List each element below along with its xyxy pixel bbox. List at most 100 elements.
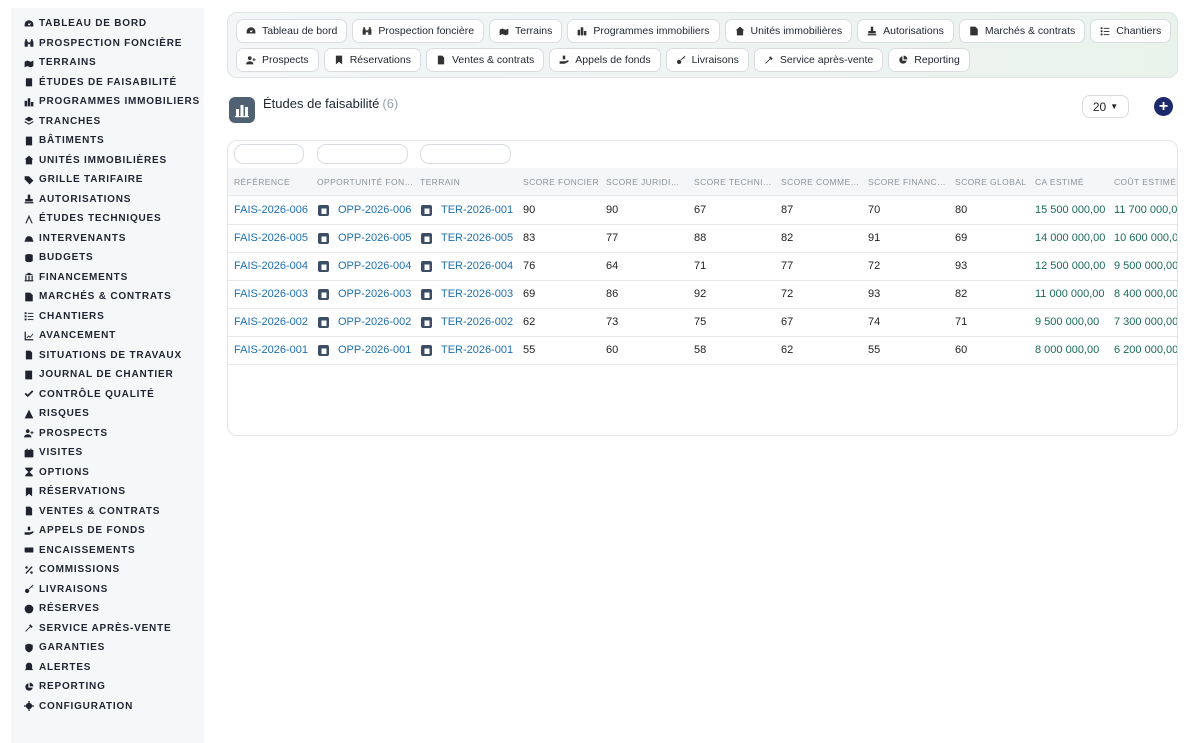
nav-button-terrains[interactable]: Terrains	[489, 19, 563, 43]
column-header[interactable]: CA ESTIMÉ	[1035, 177, 1084, 187]
sidebar-item-etudes-de-faisabilite[interactable]: ÉTUDES DE FAISABILITÉ	[11, 73, 204, 93]
sidebar-item-visites[interactable]: VISITES	[11, 443, 204, 463]
nav-button-service-apres-vente[interactable]: Service après-vente	[753, 48, 884, 72]
cell-global: 80	[955, 204, 968, 216]
sidebar-item-marches-contrats[interactable]: MARCHÉS & CONTRATS	[11, 287, 204, 307]
sidebar-item-encaissements[interactable]: ENCAISSEMENTS	[11, 541, 204, 561]
column-header[interactable]: SCORE GLOBAL	[955, 177, 1026, 187]
column-header[interactable]: OPPORTUNITÉ FON…	[317, 177, 413, 187]
cell-opp[interactable]: OPP-2026-003	[338, 288, 411, 300]
sidebar-item-intervenants[interactable]: INTERVENANTS	[11, 229, 204, 249]
sidebar-item-batiments[interactable]: BÂTIMENTS	[11, 131, 204, 151]
sidebar-item-autorisations[interactable]: AUTORISATIONS	[11, 190, 204, 210]
nav-button-autorisations[interactable]: Autorisations	[857, 19, 954, 43]
cell-terrain[interactable]: TER-2026-001	[441, 344, 513, 356]
sidebar-item-prospection-fonciere[interactable]: PROSPECTION FONCIÈRE	[11, 34, 204, 54]
sidebar-item-journal-de-chantier[interactable]: JOURNAL DE CHANTIER	[11, 365, 204, 385]
cell-terrain[interactable]: TER-2026-003	[441, 288, 513, 300]
nav-button-ventes-contrats[interactable]: Ventes & contrats	[425, 48, 545, 72]
cell-ref[interactable]: FAIS-2026-003	[234, 288, 308, 300]
nav-button-programmes-immobiliers[interactable]: Programmes immobiliers	[567, 19, 720, 43]
table-row[interactable]: FAIS-2026-002 OPP-2026-002 TER-2026-002 62 7…	[228, 309, 1177, 337]
sidebar-item-livraisons[interactable]: LIVRAISONS	[11, 580, 204, 600]
nav-button-chantiers[interactable]: Chantiers	[1090, 19, 1172, 43]
sidebar-item-risques[interactable]: RISQUES	[11, 404, 204, 424]
page-size-value: 20	[1092, 99, 1107, 114]
sidebar-item-terrains[interactable]: TERRAINS	[11, 53, 204, 73]
plus-circle-icon[interactable]: +	[1154, 97, 1173, 116]
sidebar-item-tranches[interactable]: TRANCHES	[11, 112, 204, 132]
sidebar-item-label: FINANCEMENTS	[39, 271, 129, 283]
cell-terrain[interactable]: TER-2026-005	[441, 232, 513, 244]
table-row[interactable]: FAIS-2026-003 OPP-2026-003 TER-2026-003 69 8…	[228, 281, 1177, 309]
nav-button-tableau-de-bord[interactable]: Tableau de bord	[236, 19, 348, 43]
column-header[interactable]: COÛT ESTIMÉ	[1114, 177, 1176, 187]
cell-opp[interactable]: OPP-2026-005	[338, 232, 411, 244]
sidebar-item-configuration[interactable]: CONFIGURATION	[11, 697, 204, 717]
table-row[interactable]: FAIS-2026-001 OPP-2026-001 TER-2026-001 55 6…	[228, 337, 1177, 365]
sidebar-item-ventes-contrats[interactable]: VENTES & CONTRATS	[11, 502, 204, 522]
nav-button-reporting[interactable]: Reporting	[888, 48, 970, 72]
column-header[interactable]: SCORE FONCIER	[523, 177, 599, 187]
cell-ref[interactable]: FAIS-2026-001	[234, 344, 308, 356]
sidebar-item-reserves[interactable]: RÉSERVES	[11, 599, 204, 619]
cell-terrain[interactable]: TER-2026-004	[441, 260, 513, 272]
chart-pie-icon	[23, 681, 34, 692]
cell-ref[interactable]: FAIS-2026-004	[234, 260, 308, 272]
cell-cout: 11 700 000,00	[1114, 204, 1178, 216]
nav-button-unites-immobilieres[interactable]: Unités immobilières	[724, 19, 853, 43]
sidebar-item-options[interactable]: OPTIONS	[11, 463, 204, 483]
cell-opp[interactable]: OPP-2026-001	[338, 344, 411, 356]
table-row[interactable]: FAIS-2026-006 OPP-2026-006 TER-2026-001 90 9…	[228, 197, 1177, 225]
sidebar-item-prospects[interactable]: PROSPECTS	[11, 424, 204, 444]
column-header[interactable]: SCORE TECHNI…	[694, 177, 772, 187]
column-header[interactable]: SCORE FINANC…	[868, 177, 946, 187]
nav-button-prospection-fonciere[interactable]: Prospection foncière	[352, 19, 485, 43]
cell-terrain[interactable]: TER-2026-002	[441, 316, 513, 328]
cell-opp[interactable]: OPP-2026-006	[338, 204, 411, 216]
sidebar-item-service-apres-vente[interactable]: SERVICE APRÈS-VENTE	[11, 619, 204, 639]
sidebar-item-situations-de-travaux[interactable]: SITUATIONS DE TRAVAUX	[11, 346, 204, 366]
sidebar-item-programmes-immobiliers[interactable]: PROGRAMMES IMMOBILIERS	[11, 92, 204, 112]
sidebar-item-commissions[interactable]: COMMISSIONS	[11, 560, 204, 580]
filter-reference-input[interactable]	[234, 144, 304, 164]
check-double-icon	[23, 389, 34, 400]
column-header[interactable]: TERRAIN	[420, 177, 460, 187]
nav-button-marches-contrats[interactable]: Marchés & contrats	[958, 19, 1086, 43]
sidebar-item-grille-tarifaire[interactable]: GRILLE TARIFAIRE	[11, 170, 204, 190]
cell-opp[interactable]: OPP-2026-004	[338, 260, 411, 272]
sidebar-item-unites-immobilieres[interactable]: UNITÉS IMMOBILIÈRES	[11, 151, 204, 171]
cell-terrain[interactable]: TER-2026-001	[441, 204, 513, 216]
sidebar-item-avancement[interactable]: AVANCEMENT	[11, 326, 204, 346]
nav-button-label: Marchés & contrats	[984, 25, 1076, 37]
column-header[interactable]: RÉFÉRENCE	[234, 177, 290, 187]
nav-button-appels-de-fonds[interactable]: Appels de fonds	[549, 48, 661, 72]
filter-opportunity-input[interactable]	[317, 144, 408, 164]
cell-cout: 10 600 000,00	[1114, 232, 1178, 244]
sidebar-item-chantiers[interactable]: CHANTIERS	[11, 307, 204, 327]
column-header[interactable]: SCORE JURIDI…	[606, 177, 680, 187]
nav-button-label: Tableau de bord	[262, 25, 338, 37]
sidebar-item-tableau-de-bord[interactable]: TABLEAU DE BORD	[11, 14, 204, 34]
sidebar-item-garanties[interactable]: GARANTIES	[11, 638, 204, 658]
cell-opp[interactable]: OPP-2026-002	[338, 316, 411, 328]
page-size-select[interactable]: 20 ▼	[1082, 95, 1129, 118]
sidebar-item-appels-de-fonds[interactable]: APPELS DE FONDS	[11, 521, 204, 541]
sidebar-item-budgets[interactable]: BUDGETS	[11, 248, 204, 268]
sidebar-item-alertes[interactable]: ALERTES	[11, 658, 204, 678]
nav-button-livraisons[interactable]: Livraisons	[665, 48, 749, 72]
sidebar-item-controle-qualite[interactable]: CONTRÔLE QUALITÉ	[11, 385, 204, 405]
table-row[interactable]: FAIS-2026-005 OPP-2026-005 TER-2026-005 83 7…	[228, 225, 1177, 253]
nav-button-reservations[interactable]: Réservations	[323, 48, 421, 72]
sidebar-item-etudes-techniques[interactable]: ÉTUDES TECHNIQUES	[11, 209, 204, 229]
cell-ref[interactable]: FAIS-2026-002	[234, 316, 308, 328]
cell-ref[interactable]: FAIS-2026-006	[234, 204, 308, 216]
cell-ref[interactable]: FAIS-2026-005	[234, 232, 308, 244]
sidebar-item-financements[interactable]: FINANCEMENTS	[11, 268, 204, 288]
nav-button-prospects[interactable]: Prospects	[236, 48, 319, 72]
column-header[interactable]: SCORE COMME…	[781, 177, 859, 187]
sidebar-item-reservations[interactable]: RÉSERVATIONS	[11, 482, 204, 502]
table-row[interactable]: FAIS-2026-004 OPP-2026-004 TER-2026-004 76 6…	[228, 253, 1177, 281]
filter-terrain-input[interactable]	[420, 144, 511, 164]
sidebar-item-reporting[interactable]: REPORTING	[11, 677, 204, 697]
